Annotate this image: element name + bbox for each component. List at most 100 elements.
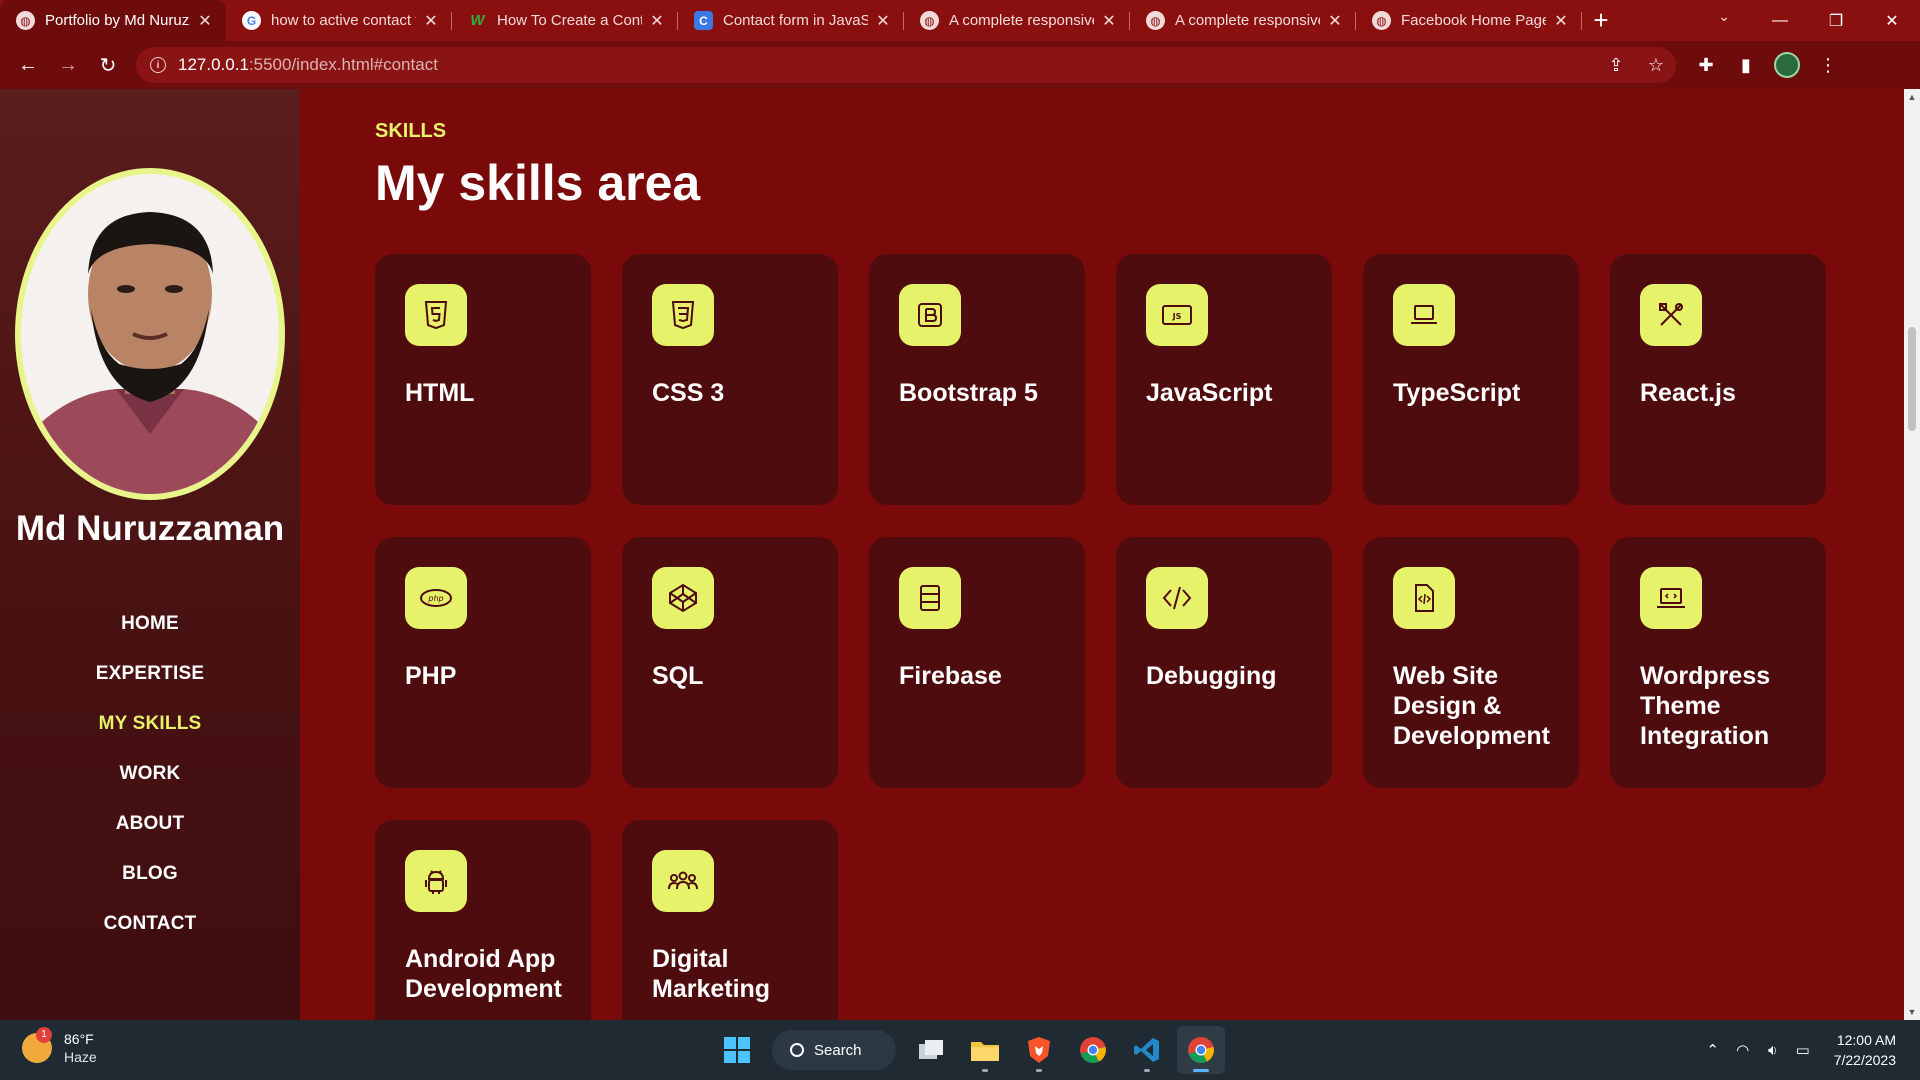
taskbar-clock[interactable]: 12:00 AM 7/22/2023 bbox=[1834, 1030, 1896, 1070]
skills-grid: HTML CSS 3 Bootstrap 5 JS JavaScript Typ… bbox=[375, 254, 1826, 1020]
file-code-icon bbox=[1393, 567, 1455, 629]
profile-avatar[interactable] bbox=[1774, 52, 1800, 78]
tab-strip: ◍ Portfolio by Md Nuruzzaman ✕ G how to … bbox=[0, 0, 1920, 41]
close-window-icon[interactable]: ✕ bbox=[1864, 11, 1920, 31]
close-icon[interactable]: ✕ bbox=[648, 11, 666, 31]
reload-icon[interactable]: ↻ bbox=[88, 47, 128, 83]
w-icon: W bbox=[470, 12, 485, 29]
skills-section: SKILLS My skills area HTML CSS 3 Bootstr… bbox=[300, 89, 1904, 1020]
skill-title: Wordpress Theme Integration bbox=[1640, 662, 1771, 750]
new-tab-button[interactable]: + bbox=[1582, 0, 1620, 41]
svg-text:php: php bbox=[427, 594, 443, 603]
volume-icon[interactable]: 🔉︎ bbox=[1758, 1042, 1788, 1059]
skill-title: HTML bbox=[405, 379, 475, 407]
sidebar-nav: HOME EXPERTISE MY SKILLS WORK ABOUT BLOG… bbox=[0, 599, 300, 949]
portrait-image bbox=[21, 174, 279, 494]
laptop-code-icon bbox=[1640, 567, 1702, 629]
nav-item-work[interactable]: WORK bbox=[0, 749, 300, 799]
close-icon[interactable]: ✕ bbox=[196, 11, 214, 31]
side-panel-icon[interactable]: ▮ bbox=[1726, 47, 1766, 83]
tab-title: Contact form in JavaScript bbox=[723, 12, 868, 29]
tab-title: How To Create a Contact Form bbox=[497, 12, 642, 29]
windows-taskbar: 1 86°F Haze Search ⌃ ◠ 🔉︎ ▭ 12:00 AM 7/2… bbox=[0, 1020, 1920, 1080]
nav-item-blog[interactable]: BLOG bbox=[0, 849, 300, 899]
windows-start-icon[interactable] bbox=[713, 1026, 761, 1074]
menu-kebab-icon[interactable]: ⋮ bbox=[1808, 47, 1848, 83]
minimize-icon[interactable]: — bbox=[1752, 12, 1808, 30]
browser-tab-create-contact[interactable]: W How To Create a Contact Form ✕ bbox=[452, 0, 678, 41]
url-host: 127.0.0.1 bbox=[178, 55, 249, 74]
taskbar-search[interactable]: Search bbox=[772, 1030, 896, 1070]
taskbar-search-label: Search bbox=[814, 1041, 862, 1059]
browser-tab-contact-js[interactable]: C Contact form in JavaScript ✕ bbox=[678, 0, 904, 41]
nav-item-about[interactable]: ABOUT bbox=[0, 799, 300, 849]
tab-title: Facebook Home Page bbox=[1401, 12, 1546, 29]
search-icon bbox=[790, 1043, 804, 1057]
section-eyebrow: SKILLS bbox=[375, 120, 447, 142]
weather-widget[interactable]: 1 86°F Haze bbox=[22, 1027, 97, 1066]
wifi-icon[interactable]: ◠ bbox=[1728, 1041, 1758, 1059]
code-icon bbox=[1146, 567, 1208, 629]
skill-card: Debugging bbox=[1116, 537, 1332, 788]
scrollbar-thumb[interactable] bbox=[1908, 327, 1916, 431]
globe-icon: ◍ bbox=[16, 11, 35, 30]
close-icon[interactable]: ✕ bbox=[874, 11, 892, 31]
back-arrow-icon[interactable]: ← bbox=[8, 47, 48, 83]
skill-card: Bootstrap 5 bbox=[869, 254, 1085, 505]
restore-icon[interactable]: ❐ bbox=[1808, 11, 1864, 31]
tab-title: Portfolio by Md Nuruzzaman bbox=[45, 12, 190, 29]
skill-title: Digital Marketing bbox=[652, 945, 771, 1003]
vscode-icon[interactable] bbox=[1123, 1026, 1171, 1074]
skill-card: JS JavaScript bbox=[1116, 254, 1332, 505]
browser-tab-facebook[interactable]: ◍ Facebook Home Page ✕ bbox=[1356, 0, 1582, 41]
close-icon[interactable]: ✕ bbox=[1552, 11, 1570, 31]
clock-time: 12:00 AM bbox=[1836, 1032, 1896, 1048]
tools-icon bbox=[1640, 284, 1702, 346]
tab-search-chevron-icon[interactable]: ⌄ bbox=[1718, 8, 1730, 25]
chrome-canary-icon[interactable] bbox=[1177, 1026, 1225, 1074]
skill-title: Android App Development bbox=[405, 945, 562, 1003]
bookmark-star-icon[interactable]: ☆ bbox=[1636, 55, 1676, 76]
brave-browser-icon[interactable] bbox=[1015, 1026, 1063, 1074]
address-bar[interactable]: i 127.0.0.1:5500/index.html#contact ⇪ ☆ bbox=[136, 47, 1676, 83]
site-info-icon[interactable]: i bbox=[150, 57, 166, 73]
chrome-icon[interactable] bbox=[1069, 1026, 1117, 1074]
battery-icon[interactable]: ▭ bbox=[1788, 1041, 1818, 1059]
tray-chevron-up-icon[interactable]: ⌃ bbox=[1698, 1041, 1728, 1059]
page-scrollbar[interactable]: ▲ ▼ bbox=[1904, 89, 1920, 1020]
file-explorer-icon[interactable] bbox=[961, 1026, 1009, 1074]
skill-card: Firebase bbox=[869, 537, 1085, 788]
skill-card: Wordpress Theme Integration bbox=[1610, 537, 1826, 788]
bootstrap-icon bbox=[899, 284, 961, 346]
nav-item-contact[interactable]: CONTACT bbox=[0, 899, 300, 949]
avatar bbox=[21, 174, 279, 494]
nav-item-my-skills[interactable]: MY SKILLS bbox=[0, 699, 300, 749]
c-icon: C bbox=[694, 11, 713, 30]
skill-title: CSS 3 bbox=[652, 379, 725, 407]
notification-badge: 1 bbox=[36, 1027, 52, 1043]
google-icon: G bbox=[242, 11, 261, 30]
svg-text:JS: JS bbox=[1172, 312, 1182, 321]
skill-card: Web Site Design & Development bbox=[1363, 537, 1579, 788]
browser-tab-responsive-1[interactable]: ◍ A complete responsive website ✕ bbox=[904, 0, 1130, 41]
extensions-puzzle-icon[interactable]: ✚ bbox=[1686, 47, 1726, 83]
nav-item-home[interactable]: HOME bbox=[0, 599, 300, 649]
skill-card: Android App Development bbox=[375, 820, 591, 1020]
close-icon[interactable]: ✕ bbox=[1100, 11, 1118, 31]
share-icon[interactable]: ⇪ bbox=[1596, 55, 1636, 76]
globe-icon: ◍ bbox=[920, 11, 939, 30]
browser-tab-responsive-2[interactable]: ◍ A complete responsive website ✕ bbox=[1130, 0, 1356, 41]
browser-tab-portfolio[interactable]: ◍ Portfolio by Md Nuruzzaman ✕ bbox=[0, 0, 226, 41]
laptop-icon bbox=[1393, 284, 1455, 346]
tab-title: A complete responsive website bbox=[949, 12, 1094, 29]
close-icon[interactable]: ✕ bbox=[422, 11, 440, 31]
forward-arrow-icon[interactable]: → bbox=[48, 47, 88, 83]
browser-tab-contact-search[interactable]: G how to active contact form ✕ bbox=[226, 0, 452, 41]
scroll-up-icon[interactable]: ▲ bbox=[1904, 89, 1920, 105]
nav-item-expertise[interactable]: EXPERTISE bbox=[0, 649, 300, 699]
close-icon[interactable]: ✕ bbox=[1326, 11, 1344, 31]
php-icon: php bbox=[405, 567, 467, 629]
profile-name: Md Nuruzzaman bbox=[15, 509, 285, 548]
scroll-down-icon[interactable]: ▼ bbox=[1904, 1004, 1920, 1020]
task-view-icon[interactable] bbox=[907, 1026, 955, 1074]
